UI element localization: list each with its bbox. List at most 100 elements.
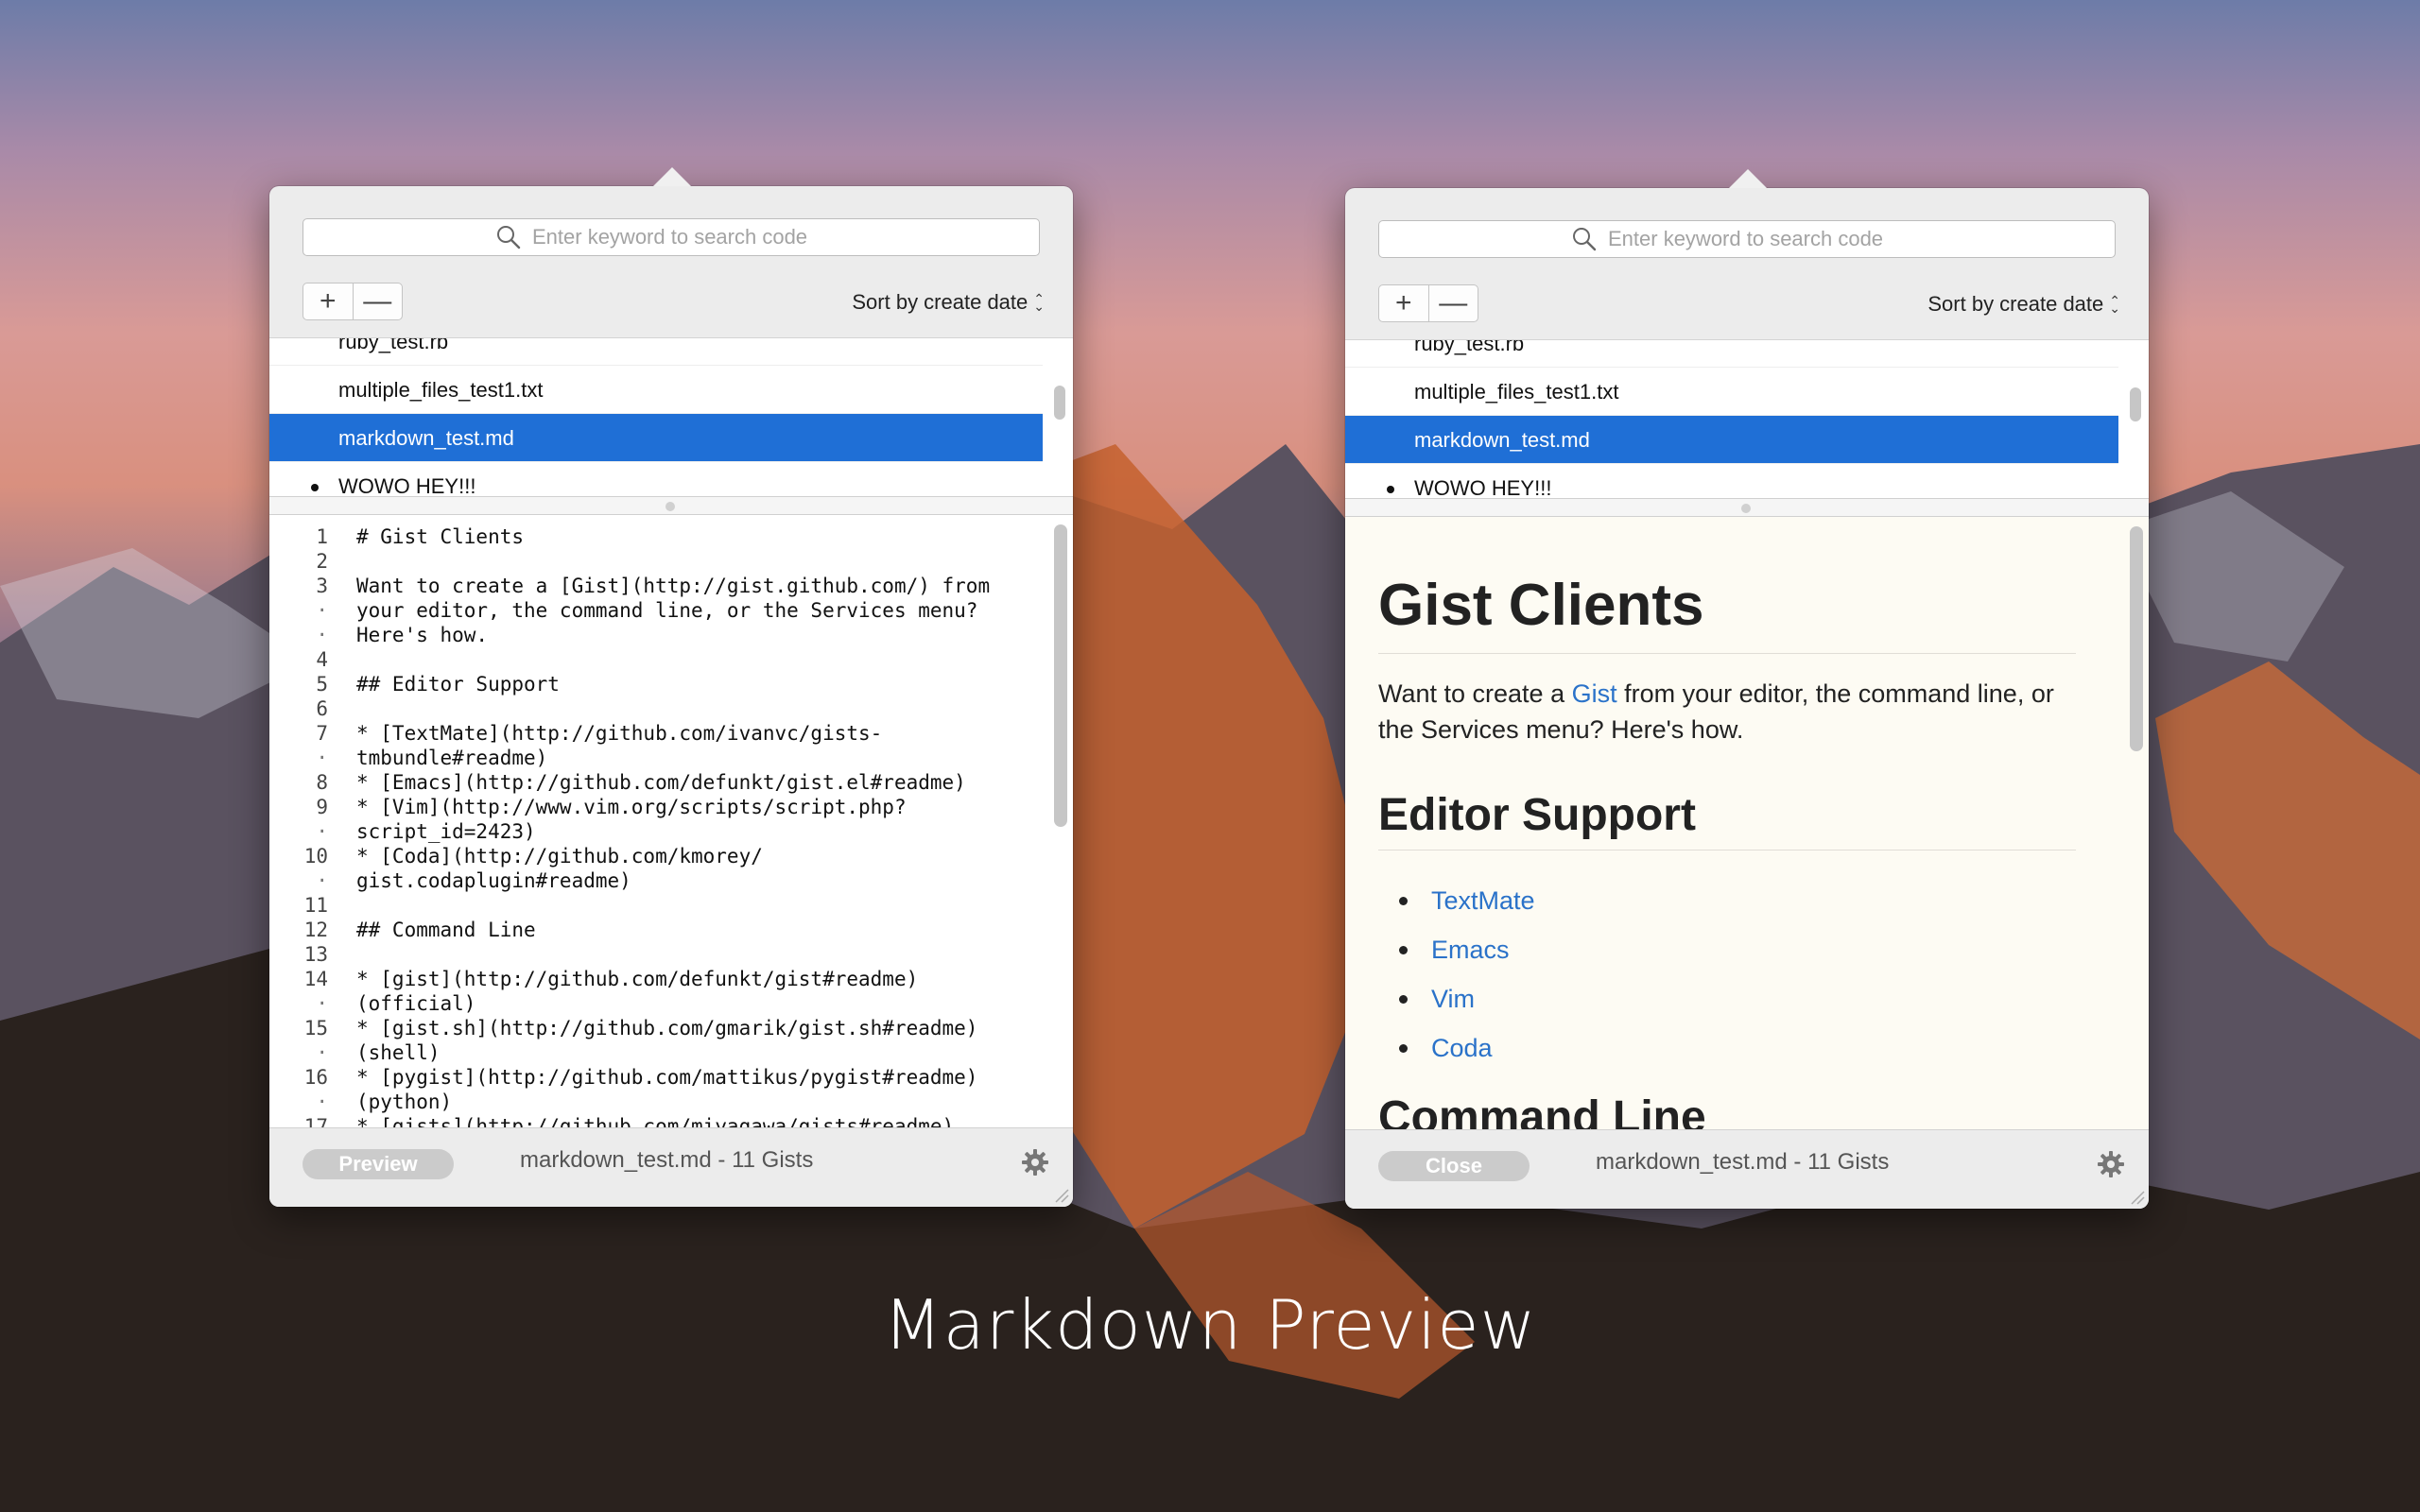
textmate-link[interactable]: TextMate <box>1378 876 1535 925</box>
line-number: · <box>316 599 328 622</box>
code-line: · gist.codaplugin#readme) <box>269 868 1073 893</box>
vim-link[interactable]: Vim <box>1378 974 1535 1023</box>
preview-heading-2: Command Line <box>1378 1092 1706 1129</box>
add-remove-control: + — <box>1378 284 1478 322</box>
code-text: (python) <box>356 1091 453 1113</box>
code-text: (official) <box>356 992 476 1015</box>
close-button[interactable]: Close <box>1378 1151 1530 1181</box>
code-line: 8 * [Emacs](http://github.com/defunkt/gis… <box>269 770 1073 795</box>
code-text: ## Editor Support <box>356 673 560 696</box>
split-divider[interactable] <box>1345 498 2149 517</box>
split-divider[interactable] <box>269 496 1073 515</box>
line-number: 1 <box>316 525 328 548</box>
line-number: 14 <box>303 968 328 990</box>
line-number: 16 <box>303 1066 328 1089</box>
preview-scrollbar[interactable] <box>2130 526 2143 751</box>
line-number: 10 <box>303 845 328 868</box>
code-line: 5 ## Editor Support <box>269 672 1073 696</box>
line-number: 6 <box>316 697 328 720</box>
code-text: tmbundle#readme) <box>356 747 548 769</box>
code-line: · tmbundle#readme) <box>269 746 1073 770</box>
list-scrollbar[interactable] <box>1054 386 1065 420</box>
line-number: · <box>316 624 328 646</box>
code-line: 2 <box>269 549 1073 574</box>
emacs-link[interactable]: Emacs <box>1378 925 1535 974</box>
search-input[interactable] <box>530 224 846 250</box>
add-gist-button[interactable]: + <box>1379 285 1428 321</box>
code-line: 7 * [TextMate](http://github.com/ivanvc/g… <box>269 721 1073 746</box>
marketing-caption: Markdown Preview <box>883 1285 1537 1365</box>
editor-scrollbar[interactable] <box>1054 524 1067 827</box>
search-icon <box>1573 228 1597 251</box>
list-item[interactable]: WOWO HEY!!! <box>269 462 1043 497</box>
code-text: * [gists](http://github.com/miyagawa/gis… <box>356 1115 955 1127</box>
preview-heading-1: Gist Clients <box>1378 573 1704 638</box>
window-footer: Preview markdown_test.md - 11 Gists <box>269 1127 1073 1207</box>
preview-button[interactable]: Preview <box>302 1149 454 1179</box>
gear-icon[interactable] <box>2096 1149 2126 1179</box>
sort-dropdown[interactable]: Sort by create date ⌃ ⌄ <box>852 290 1045 315</box>
preview-paragraph: Want to create a Gist from your editor, … <box>1378 679 2054 744</box>
list-item-selected[interactable]: markdown_test.md <box>1345 416 2118 464</box>
split-handle-icon <box>666 502 675 511</box>
gist-link[interactable]: Gist <box>1572 679 1617 708</box>
gist-window-preview: + — Sort by create date ⌃⌄ ruby_test.rb … <box>1345 169 2149 1209</box>
sort-dropdown[interactable]: Sort by create date ⌃ ⌄ <box>1927 292 2120 317</box>
code-line: · (official) <box>269 991 1073 1016</box>
add-gist-button[interactable]: + <box>303 284 353 319</box>
sort-label: Sort by create date <box>1927 292 2104 316</box>
heading-rule <box>1378 653 2076 654</box>
code-text: * [Emacs](http://github.com/defunkt/gist… <box>356 771 966 794</box>
list-item[interactable]: multiple_files_test1.txt <box>1345 368 2118 416</box>
code-text: Here's how. <box>356 624 489 646</box>
line-number: 15 <box>303 1017 328 1040</box>
line-number: 17 <box>303 1115 328 1127</box>
gist-list: ruby_test.rb multiple_files_test1.txt ma… <box>269 337 1073 497</box>
coda-link[interactable]: Coda <box>1378 1023 1535 1073</box>
list-item[interactable]: multiple_files_test1.txt <box>269 366 1043 414</box>
code-text: * [gist.sh](http://github.com/gmarik/gis… <box>356 1017 978 1040</box>
line-number: 3 <box>316 575 328 597</box>
code-line: 9 * [Vim](http://www.vim.org/scripts/scri… <box>269 795 1073 819</box>
list-scrollbar[interactable] <box>2130 387 2141 421</box>
code-text: * [Coda](http://github.com/kmorey/ <box>356 845 763 868</box>
resize-grip-icon[interactable] <box>1052 1186 1069 1203</box>
code-line: 4 <box>269 647 1073 672</box>
code-editor[interactable]: 1 # Gist Clients 2 3 Want to create a [Gist]… <box>269 515 1073 1127</box>
status-text: markdown_test.md - 11 Gists <box>520 1147 814 1173</box>
search-field[interactable] <box>302 218 1040 256</box>
split-handle-icon <box>1741 504 1751 513</box>
line-number: 8 <box>316 771 328 794</box>
search-field[interactable] <box>1378 220 2116 258</box>
search-input[interactable] <box>1606 226 1922 252</box>
list-item[interactable]: WOWO HEY!!! <box>1345 464 2118 499</box>
code-text: gist.codaplugin#readme) <box>356 869 631 892</box>
remove-gist-button[interactable]: — <box>1427 285 1478 321</box>
chevron-up-down-icon: ⌃ ⌄ <box>1033 291 1045 314</box>
list-item[interactable]: ruby_test.rb <box>269 338 1043 366</box>
gist-list: ruby_test.rb multiple_files_test1.txt ma… <box>1345 339 2149 499</box>
line-number: 7 <box>316 722 328 745</box>
code-line: 3 Want to create a [Gist](http://gist.git… <box>269 574 1073 598</box>
remove-gist-button[interactable]: — <box>352 284 403 319</box>
code-text: * [gist](http://github.com/defunkt/gist#… <box>356 968 919 990</box>
gist-window-editor: + — Sort by create date ⌃⌄ ruby_test.rb … <box>269 167 1073 1207</box>
preview-link-list: TextMate Emacs Vim Coda <box>1378 876 1535 1073</box>
preview-heading-2: Editor Support <box>1378 790 1696 840</box>
line-number: 13 <box>303 943 328 966</box>
sort-label: Sort by create date <box>852 290 1028 314</box>
code-line: 13 <box>269 942 1073 967</box>
code-text: * [TextMate](http://github.com/ivanvc/gi… <box>356 722 883 745</box>
code-text: * [Vim](http://www.vim.org/scripts/scrip… <box>356 796 907 818</box>
code-line: 1 # Gist Clients <box>269 524 1073 549</box>
line-number: 4 <box>316 648 328 671</box>
code-line: 6 <box>269 696 1073 721</box>
resize-grip-icon[interactable] <box>2128 1188 2145 1205</box>
gear-icon[interactable] <box>1020 1147 1050 1177</box>
list-item-selected[interactable]: markdown_test.md <box>269 414 1043 462</box>
list-item[interactable]: ruby_test.rb <box>1345 340 2118 368</box>
